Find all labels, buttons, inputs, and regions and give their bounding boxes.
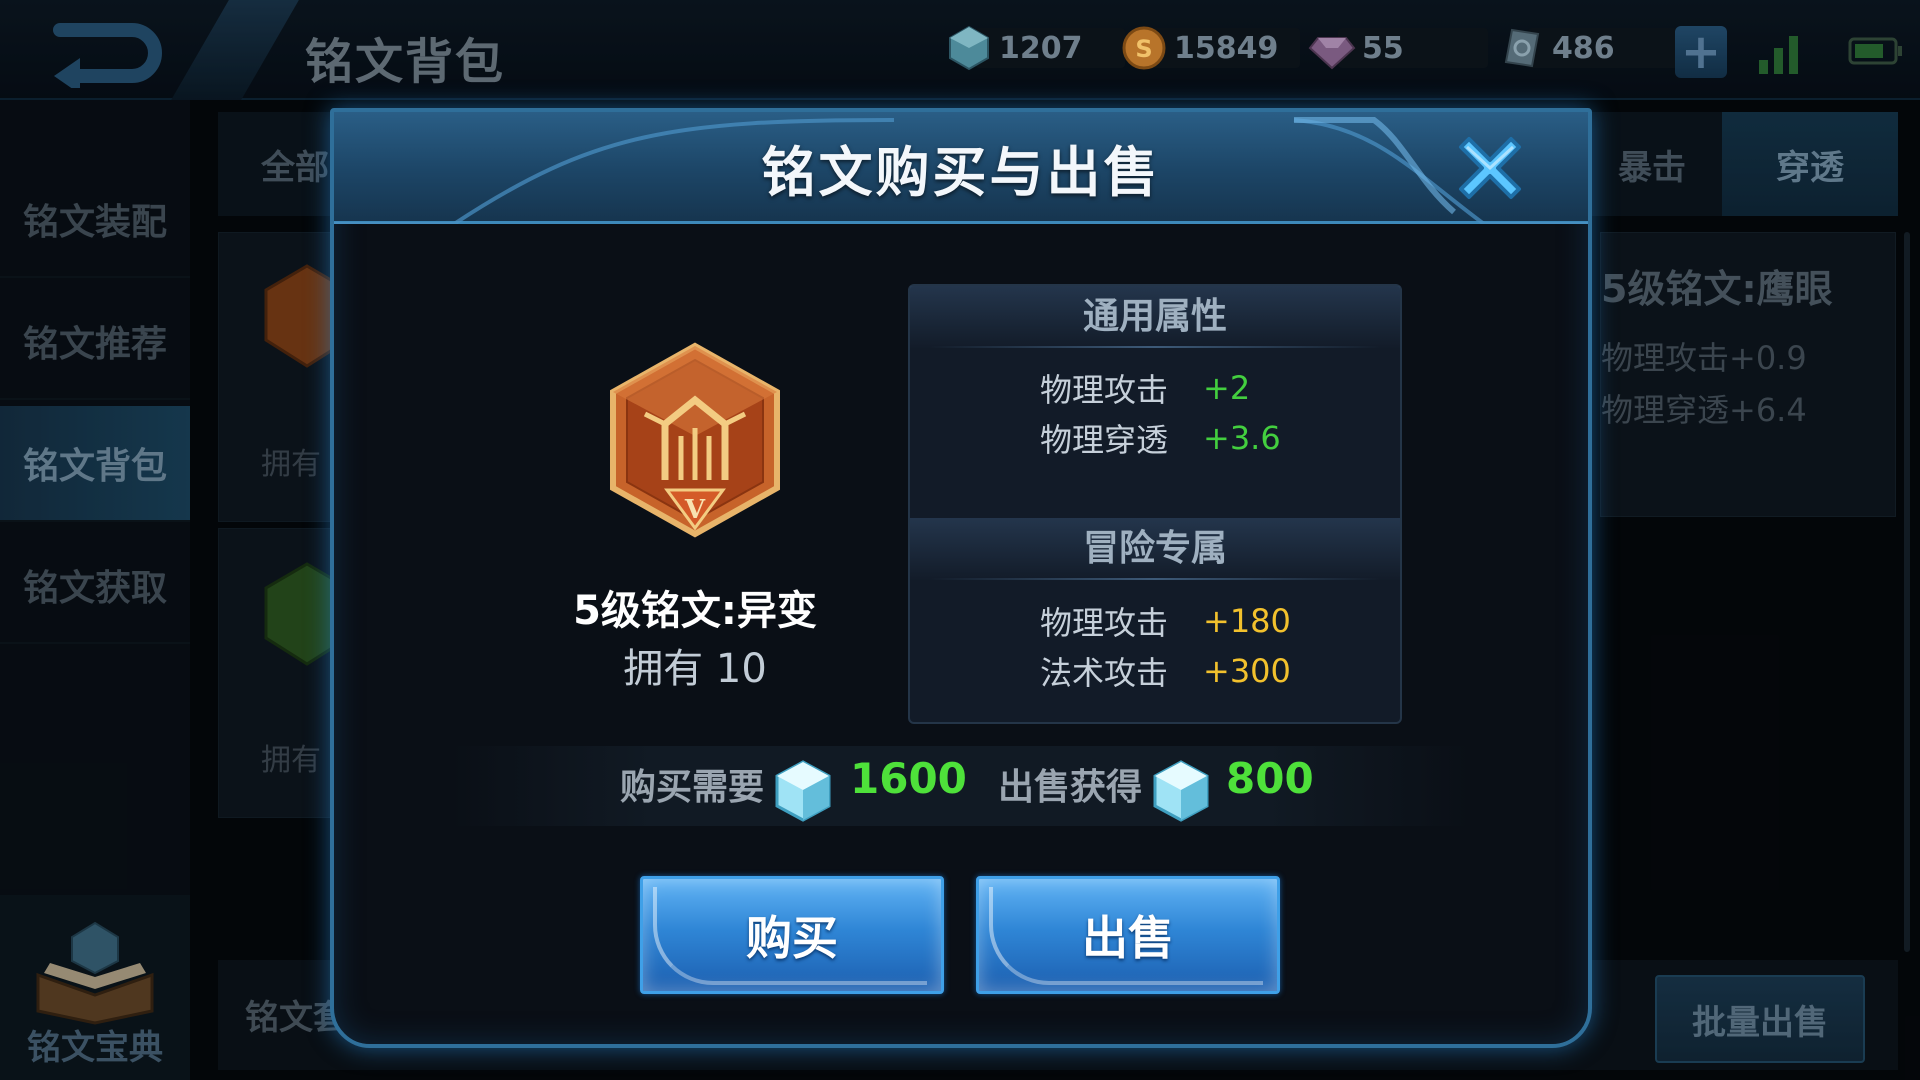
sell-price-label: 出售获得 — [998, 767, 1143, 808]
dialog-title: 铭文购买与出售 — [761, 141, 1161, 204]
diamond-count: 1207 — [999, 30, 1083, 66]
diamond-gem-icon — [1153, 760, 1209, 822]
coupon-icon — [1504, 28, 1540, 68]
attribute-value: +180 — [1203, 602, 1291, 640]
adventure-attributes-header: 冒险专属 — [910, 518, 1400, 580]
diamond-gem-icon — [775, 760, 831, 822]
crystal-count: 55 — [1362, 30, 1404, 66]
attribute-value: +2 — [1203, 369, 1251, 407]
attribute-value: +3.6 — [1203, 419, 1281, 457]
coupon-count: 486 — [1552, 30, 1615, 66]
purple-crystal-icon — [1308, 37, 1356, 70]
sell-button-label: 出售 — [1082, 911, 1174, 965]
buy-price-label: 购买需要 — [620, 767, 765, 808]
buy-button[interactable]: 购买 — [640, 876, 944, 994]
sell-price: 800 — [1226, 754, 1314, 803]
rune-mutation-icon: V — [610, 342, 780, 538]
attribute-name: 物理攻击 — [1040, 604, 1169, 642]
attribute-row: 物理穿透 +3.6 — [1040, 414, 1370, 462]
attribute-value: +300 — [1203, 652, 1291, 690]
general-attributes-header: 通用属性 — [910, 286, 1400, 348]
gold-count: 15849 — [1174, 30, 1279, 66]
coupon-resource: 486 — [1498, 26, 1678, 70]
attributes-panel: 通用属性 物理攻击 +2 物理穿透 +3.6 冒险专属 物理攻击 +180 法术… — [908, 284, 1402, 724]
attribute-name: 法术攻击 — [1040, 654, 1169, 692]
diamond-resource: 1207 — [945, 25, 1125, 71]
svg-text:S: S — [1135, 35, 1152, 63]
attribute-name: 物理穿透 — [1040, 421, 1169, 459]
svg-text:V: V — [684, 495, 706, 525]
attribute-row: 物理攻击 +180 — [1040, 597, 1370, 645]
attribute-row: 法术攻击 +300 — [1040, 647, 1370, 695]
buy-button-label: 购买 — [746, 911, 838, 965]
attribute-row: 物理攻击 +2 — [1040, 364, 1370, 412]
crystal-resource: 55 — [1308, 26, 1488, 70]
buy-price: 1600 — [850, 754, 967, 803]
gold-coin-icon: S — [1122, 26, 1166, 70]
attribute-name: 物理攻击 — [1040, 371, 1169, 409]
close-icon[interactable] — [1445, 123, 1535, 213]
buy-sell-dialog: 铭文购买与出售 V 5级铭文:异变 拥有 10 通用属性 物理攻击 +2 物理穿… — [330, 108, 1592, 1048]
diamond-gem-icon — [949, 25, 989, 71]
rune-owned-count: 拥有 10 — [623, 646, 767, 692]
sell-button[interactable]: 出售 — [976, 876, 1280, 994]
rune-name: 5级铭文:异变 — [573, 588, 817, 634]
gold-resource: S 15849 — [1120, 26, 1300, 70]
